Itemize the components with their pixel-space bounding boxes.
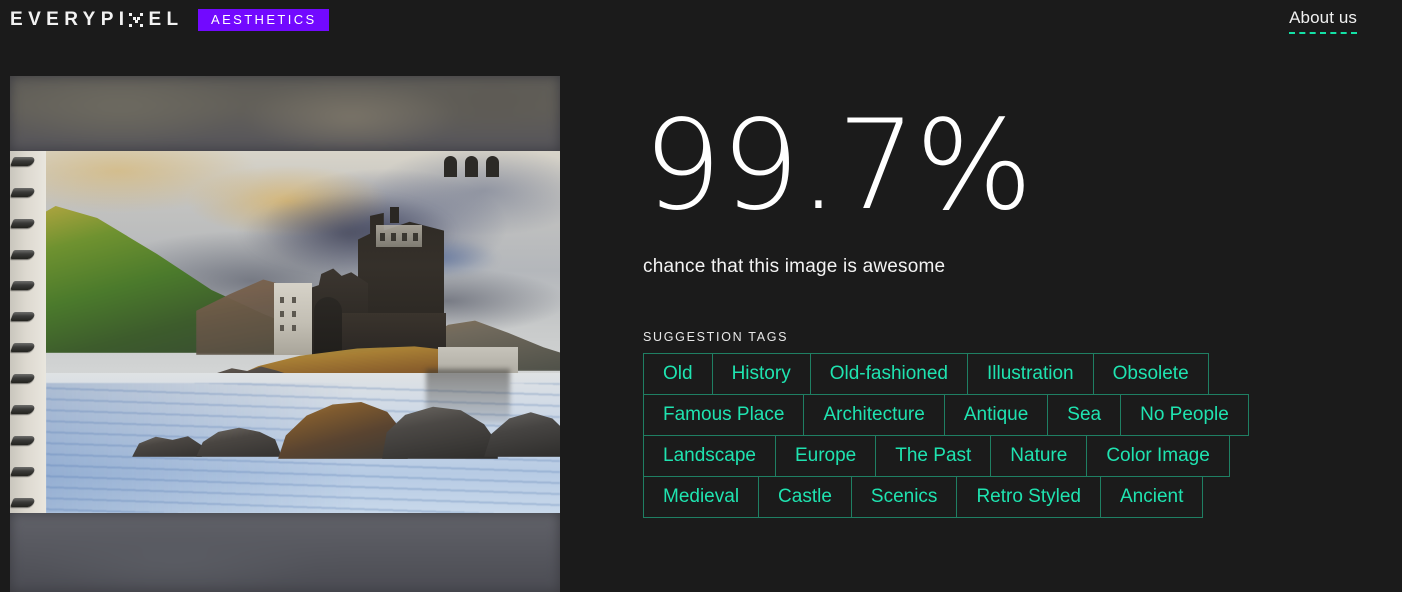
everypixel-aesthetics-page: EVERYPI EL AESTHETICS About us 99.7% cha… [0, 0, 1402, 592]
tag-row: Medieval Castle Scenics Retro Styled Ancient [643, 476, 1353, 518]
suggestion-tag[interactable]: Famous Place [643, 394, 805, 436]
image-blur-backdrop-bottom [10, 512, 560, 592]
everypixel-logo[interactable]: EVERYPI EL [10, 8, 184, 32]
about-us-link[interactable]: About us [1289, 7, 1357, 34]
spiral-ring [10, 157, 36, 166]
analyzed-image [10, 151, 560, 513]
spiral-ring [10, 219, 36, 228]
suggestion-tag[interactable]: Nature [990, 435, 1088, 477]
spiral-ring [10, 498, 36, 507]
spiral-binding [10, 151, 38, 513]
suggestion-tag[interactable]: Illustration [967, 353, 1094, 395]
logo-text-suffix: EL [148, 9, 184, 30]
painting-white-tower [274, 283, 312, 355]
spiral-ring [10, 188, 36, 197]
suggestion-tag[interactable]: Retro Styled [956, 476, 1101, 518]
aesthetics-badge[interactable]: AESTHETICS [198, 9, 329, 31]
painting-castle-battlement [376, 225, 422, 247]
tag-row: Old History Old-fashioned Illustration Obsol… [643, 353, 1353, 395]
suggestion-tag[interactable]: Ancient [1099, 476, 1204, 518]
spiral-ring [10, 343, 36, 352]
suggestion-tag[interactable]: Antique [943, 394, 1049, 436]
suggestion-tag[interactable]: The Past [875, 435, 992, 477]
logo-text-prefix: EVERYPI [10, 9, 130, 30]
suggestion-tags-heading: SUGGESTION TAGS [643, 330, 789, 344]
suggestion-tag[interactable]: Obsolete [1092, 353, 1209, 395]
suggestion-tag[interactable]: Old [643, 353, 713, 395]
image-blur-backdrop-top [10, 76, 560, 151]
tag-row: Famous Place Architecture Antique Sea No Peo… [643, 394, 1353, 436]
spiral-ring [10, 281, 36, 290]
suggestion-tag[interactable]: No People [1120, 394, 1249, 436]
suggestion-tags-grid: Old History Old-fashioned Illustration Obsol… [643, 353, 1353, 518]
painting-dark-tower [314, 297, 342, 357]
spiral-ring [10, 250, 36, 259]
results-panel: 99.7% chance that this image is awesome … [643, 76, 1383, 518]
painting-castle-chimney [390, 207, 399, 223]
spiral-ring [10, 312, 36, 321]
tag-row: Landscape Europe The Past Nature Color Image [643, 435, 1353, 477]
suggestion-tag[interactable]: Scenics [850, 476, 958, 518]
suggestion-tag[interactable]: Landscape [643, 435, 776, 477]
suggestion-tag[interactable]: Color Image [1086, 435, 1230, 477]
score-caption: chance that this image is awesome [643, 256, 946, 277]
pixel-x-icon [129, 12, 145, 28]
aesthetic-score: 99.7% [643, 94, 1033, 238]
painting-bridge-arch [444, 156, 457, 177]
painting-bridge-arch [486, 156, 499, 177]
site-header: EVERYPI EL AESTHETICS About us [0, 0, 1402, 40]
suggestion-tag[interactable]: Castle [758, 476, 852, 518]
analyzed-image-panel[interactable] [10, 76, 560, 592]
watercolor-painting [46, 151, 560, 513]
suggestion-tag[interactable]: Sea [1047, 394, 1122, 436]
spiral-ring [10, 436, 36, 445]
suggestion-tag[interactable]: Europe [774, 435, 877, 477]
painting-bridge-arch [465, 156, 478, 177]
spiral-ring [10, 467, 36, 476]
spiral-ring [10, 374, 36, 383]
suggestion-tag[interactable]: Architecture [803, 394, 945, 436]
spiral-ring [10, 405, 36, 414]
suggestion-tag[interactable]: Old-fashioned [809, 353, 968, 395]
suggestion-tag[interactable]: Medieval [643, 476, 760, 518]
suggestion-tag[interactable]: History [711, 353, 811, 395]
